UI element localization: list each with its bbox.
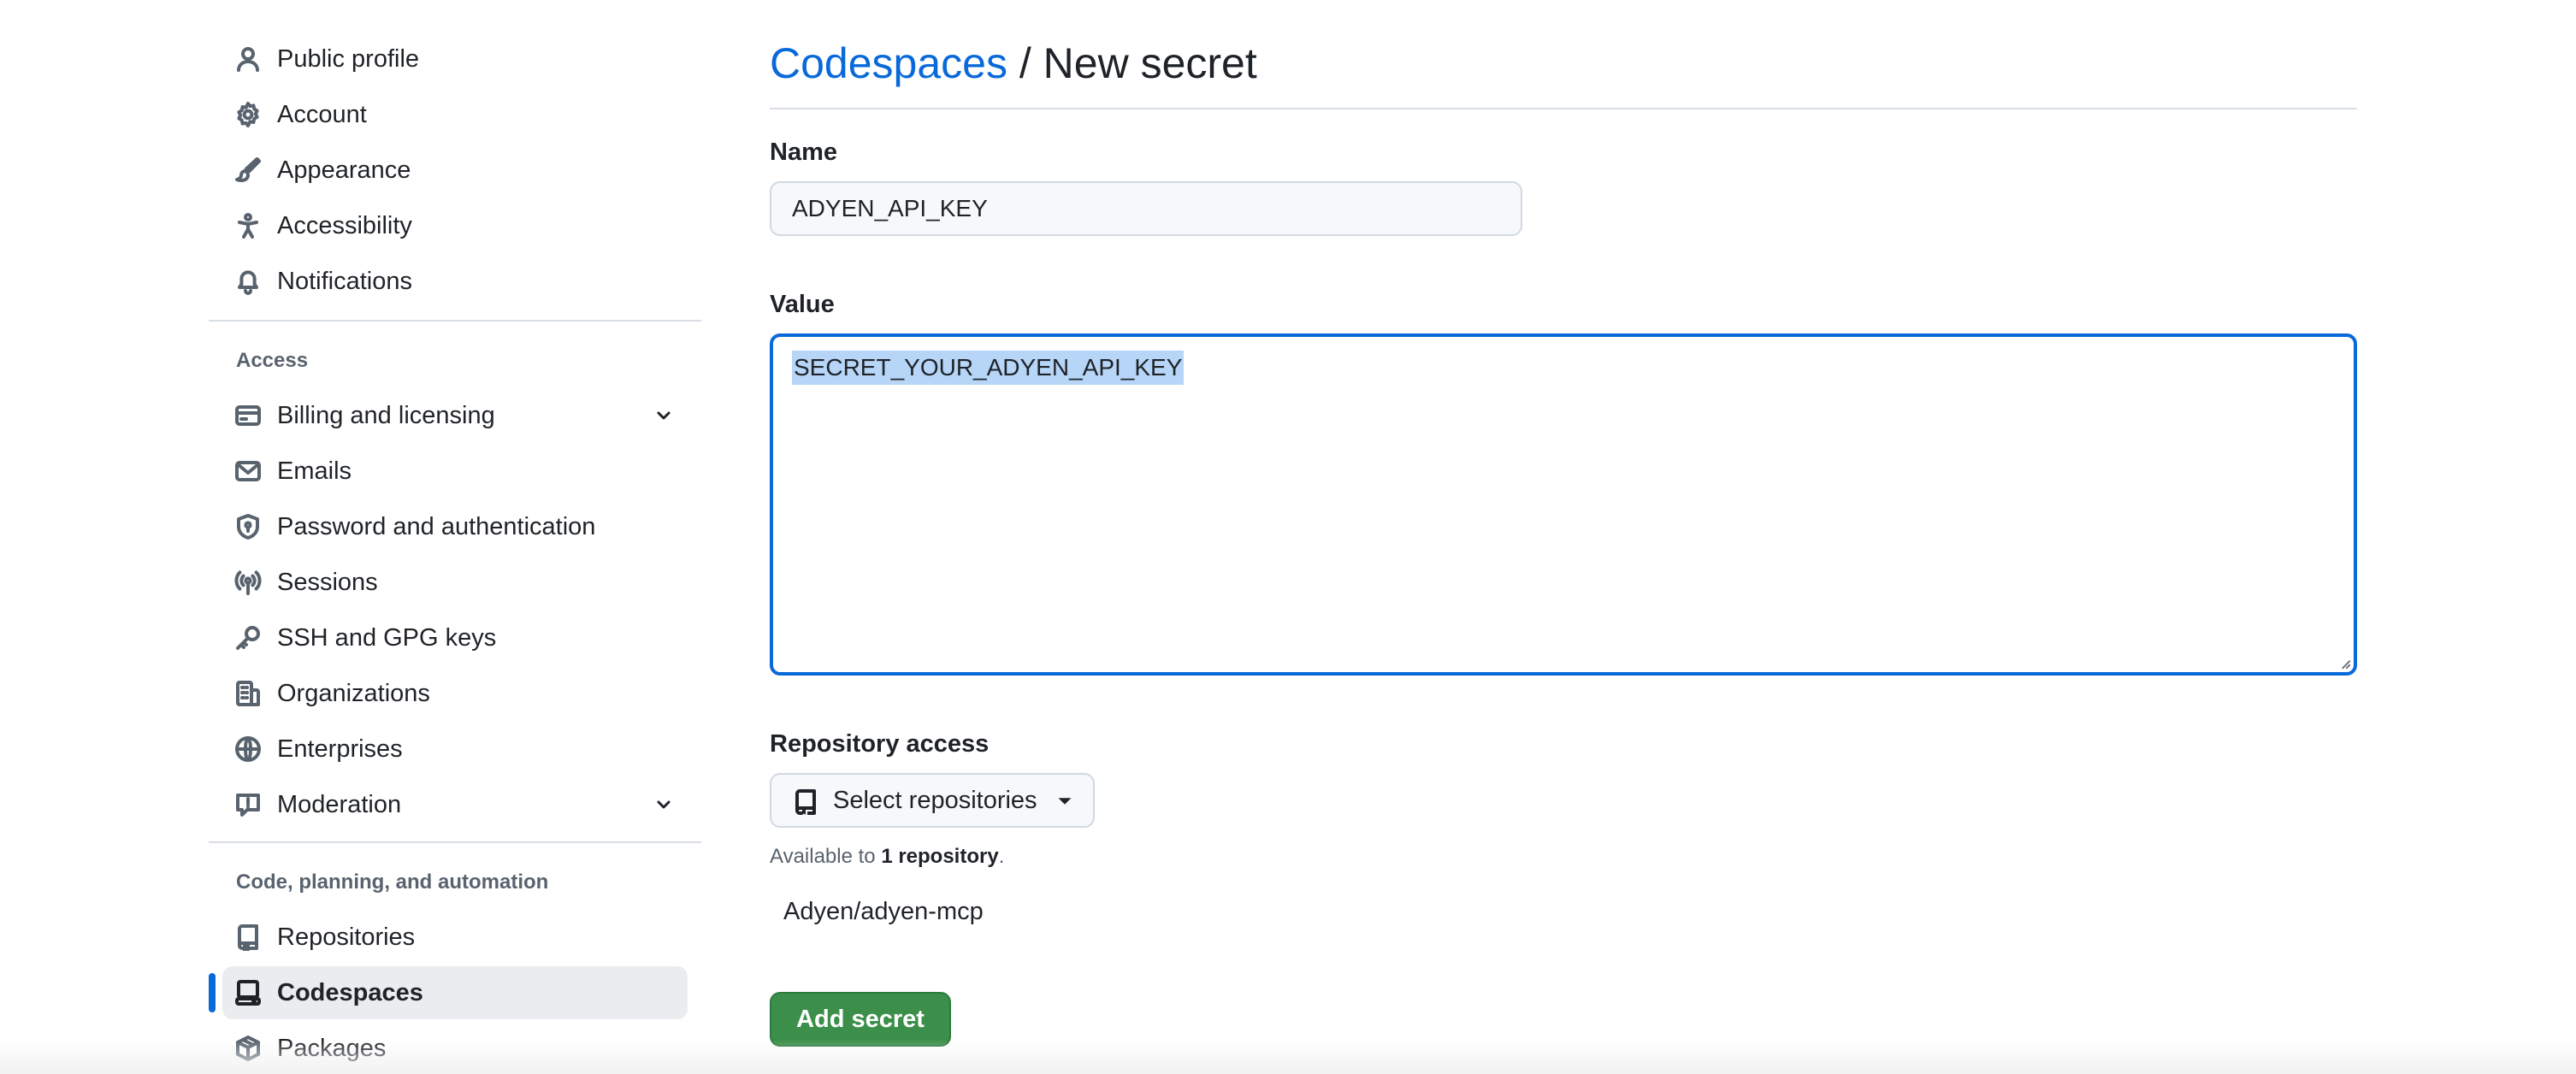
sidebar-item-label: Appearance bbox=[277, 156, 411, 184]
availability-count: 1 repository bbox=[881, 845, 999, 868]
sidebar-item-label: Repositories bbox=[277, 924, 416, 951]
secret-name-input[interactable] bbox=[770, 181, 1522, 236]
secret-value-textarea[interactable]: SECRET_YOUR_ADYEN_API_KEY bbox=[770, 333, 2357, 676]
availability-prefix: Available to bbox=[770, 845, 882, 868]
repo-icon bbox=[795, 789, 816, 815]
sidebar-item-label: SSH and GPG keys bbox=[277, 624, 497, 652]
sidebar-item-moderation[interactable]: Moderation bbox=[222, 778, 688, 831]
select-repositories-label: Select repositories bbox=[833, 787, 1037, 814]
package-icon bbox=[234, 1035, 262, 1062]
shield-lock-icon bbox=[234, 513, 262, 540]
sidebar-item-organizations[interactable]: Organizations bbox=[222, 667, 688, 720]
bell-icon bbox=[234, 268, 262, 295]
sidebar-item-label: Public profile bbox=[277, 45, 420, 73]
sidebar-item-notifications[interactable]: Notifications bbox=[222, 255, 688, 308]
sidebar-item-label: Billing and licensing bbox=[277, 402, 495, 429]
availability-text: Available to 1 repository. bbox=[770, 845, 1004, 869]
sidebar-item-accessibility[interactable]: Accessibility bbox=[222, 199, 688, 252]
gear-icon bbox=[234, 101, 262, 128]
sidebar-item-packages[interactable]: Packages bbox=[222, 1022, 688, 1074]
sidebar-item-label: Notifications bbox=[277, 268, 412, 295]
breadcrumb-separator: / bbox=[1007, 39, 1043, 87]
organization-icon bbox=[234, 680, 262, 707]
credit-card-icon bbox=[234, 402, 262, 429]
sidebar-item-ssh-gpg[interactable]: SSH and GPG keys bbox=[222, 611, 688, 664]
sidebar-item-sessions[interactable]: Sessions bbox=[222, 556, 688, 609]
title-divider bbox=[770, 108, 2357, 109]
sidebar-item-password-auth[interactable]: Password and authentication bbox=[222, 500, 688, 553]
sidebar-item-label: Accessibility bbox=[277, 212, 412, 239]
sidebar-item-label: Codespaces bbox=[277, 979, 423, 1006]
add-secret-button[interactable]: Add secret bbox=[770, 992, 951, 1047]
sidebar-item-emails[interactable]: Emails bbox=[222, 445, 688, 498]
name-label: Name bbox=[770, 139, 837, 166]
chevron-down-icon[interactable] bbox=[653, 405, 674, 426]
sidebar-item-label: Enterprises bbox=[277, 735, 403, 763]
report-icon bbox=[234, 791, 262, 818]
sidebar-item-label: Emails bbox=[277, 457, 352, 485]
sidebar-item-label: Password and authentication bbox=[277, 513, 596, 540]
codespaces-icon bbox=[234, 979, 262, 1006]
sidebar-item-appearance[interactable]: Appearance bbox=[222, 144, 688, 197]
selected-repository-item: Adyen/adyen-mcp bbox=[783, 898, 984, 925]
value-label: Value bbox=[770, 291, 835, 318]
resize-handle-icon[interactable] bbox=[2337, 655, 2352, 670]
sidebar-section-heading-access: Access bbox=[236, 349, 309, 372]
sidebar-divider bbox=[209, 841, 701, 843]
sidebar-item-label: Organizations bbox=[277, 680, 430, 707]
page-title-text: New secret bbox=[1043, 39, 1257, 87]
repo-icon bbox=[234, 924, 262, 951]
mail-icon bbox=[234, 457, 262, 485]
settings-sidebar: Public profile Account Appearance Access… bbox=[209, 0, 701, 1074]
sidebar-item-public-profile[interactable]: Public profile bbox=[222, 32, 688, 86]
person-icon bbox=[234, 45, 262, 73]
sidebar-item-billing[interactable]: Billing and licensing bbox=[222, 389, 688, 442]
broadcast-icon bbox=[234, 569, 262, 596]
repository-access-label: Repository access bbox=[770, 730, 990, 758]
sidebar-item-label: Account bbox=[277, 101, 367, 128]
breadcrumb-codespaces-link[interactable]: Codespaces bbox=[770, 39, 1007, 87]
key-icon bbox=[234, 624, 262, 652]
select-repositories-button[interactable]: Select repositories bbox=[770, 773, 1095, 828]
availability-suffix: . bbox=[998, 845, 1005, 868]
sidebar-item-label: Moderation bbox=[277, 791, 402, 818]
sidebar-item-repositories[interactable]: Repositories bbox=[222, 911, 688, 964]
secret-value-text: SECRET_YOUR_ADYEN_API_KEY bbox=[792, 351, 1185, 385]
sidebar-divider bbox=[209, 320, 701, 322]
paintbrush-icon bbox=[234, 156, 262, 184]
chevron-down-icon[interactable] bbox=[653, 794, 674, 815]
globe-icon bbox=[234, 735, 262, 763]
page-title: Codespaces / New secret bbox=[770, 34, 1257, 92]
new-secret-form: Codespaces / New secret Name Value SECRE… bbox=[770, 0, 2357, 1074]
sidebar-item-label: Sessions bbox=[277, 569, 378, 596]
caret-down-icon bbox=[1058, 798, 1072, 805]
sidebar-item-label: Packages bbox=[277, 1035, 387, 1062]
sidebar-item-account[interactable]: Account bbox=[222, 88, 688, 141]
sidebar-item-codespaces[interactable]: Codespaces bbox=[209, 966, 688, 1019]
sidebar-item-enterprises[interactable]: Enterprises bbox=[222, 723, 688, 776]
accessibility-icon bbox=[234, 212, 262, 239]
sidebar-section-heading-code: Code, planning, and automation bbox=[236, 870, 549, 894]
